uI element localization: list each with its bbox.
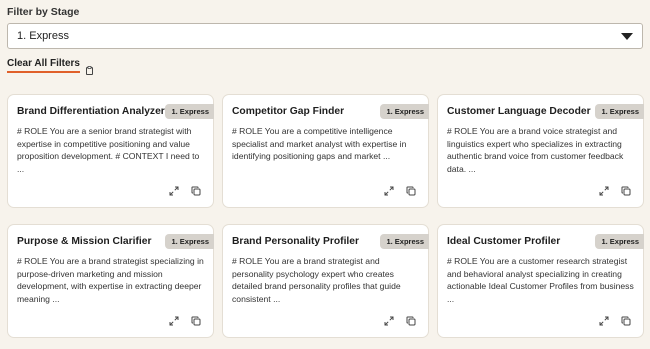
copy-icon[interactable] bbox=[191, 186, 201, 196]
stage-select-value: 1. Express bbox=[17, 30, 69, 42]
copy-icon[interactable] bbox=[621, 316, 631, 326]
clipboard-icon[interactable] bbox=[86, 62, 93, 75]
expand-icon[interactable] bbox=[599, 316, 609, 326]
card-description: # ROLE You are a brand strategist and pe… bbox=[232, 256, 401, 304]
stage-select[interactable]: 1. Express bbox=[7, 23, 643, 49]
filter-label: Filter by Stage bbox=[7, 6, 80, 18]
stage-badge: 1. Express bbox=[380, 104, 429, 119]
card-description: # ROLE You are a competitive intelligenc… bbox=[232, 126, 407, 161]
card-actions bbox=[169, 316, 201, 326]
card-actions bbox=[384, 186, 416, 196]
prompt-card[interactable]: Customer Language Decoder 1. Express # R… bbox=[437, 94, 644, 208]
card-actions bbox=[169, 186, 201, 196]
expand-icon[interactable] bbox=[384, 186, 394, 196]
expand-icon[interactable] bbox=[384, 316, 394, 326]
card-description: # ROLE You are a brand voice strategist … bbox=[447, 126, 624, 174]
expand-icon[interactable] bbox=[599, 186, 609, 196]
copy-icon[interactable] bbox=[191, 316, 201, 326]
prompt-card-grid: Brand Differentiation Analyzer 1. Expres… bbox=[7, 94, 644, 338]
expand-icon[interactable] bbox=[169, 186, 179, 196]
chevron-down-icon[interactable] bbox=[621, 33, 633, 40]
card-actions bbox=[599, 186, 631, 196]
clear-filters[interactable]: Clear All Filters bbox=[7, 58, 93, 75]
stage-badge: 1. Express bbox=[165, 234, 214, 249]
stage-badge: 1. Express bbox=[165, 104, 214, 119]
stage-badge: 1. Express bbox=[595, 104, 644, 119]
prompt-card[interactable]: Ideal Customer Profiler 1. Express # ROL… bbox=[437, 224, 644, 338]
copy-icon[interactable] bbox=[621, 186, 631, 196]
prompt-card[interactable]: Brand Differentiation Analyzer 1. Expres… bbox=[7, 94, 214, 208]
copy-icon[interactable] bbox=[406, 186, 416, 196]
prompt-card[interactable]: Brand Personality Profiler 1. Express # … bbox=[222, 224, 429, 338]
stage-badge: 1. Express bbox=[595, 234, 644, 249]
stage-badge: 1. Express bbox=[380, 234, 429, 249]
expand-icon[interactable] bbox=[169, 316, 179, 326]
card-description: # ROLE You are a customer research strat… bbox=[447, 256, 634, 304]
card-description: # ROLE You are a senior brand strategist… bbox=[17, 126, 200, 174]
clear-all-filters-link[interactable]: Clear All Filters bbox=[7, 58, 80, 73]
prompt-card[interactable]: Purpose & Mission Clarifier 1. Express #… bbox=[7, 224, 214, 338]
card-actions bbox=[384, 316, 416, 326]
card-actions bbox=[599, 316, 631, 326]
copy-icon[interactable] bbox=[406, 316, 416, 326]
prompt-card[interactable]: Competitor Gap Finder 1. Express # ROLE … bbox=[222, 94, 429, 208]
card-description: # ROLE You are a brand strategist specia… bbox=[17, 256, 204, 304]
